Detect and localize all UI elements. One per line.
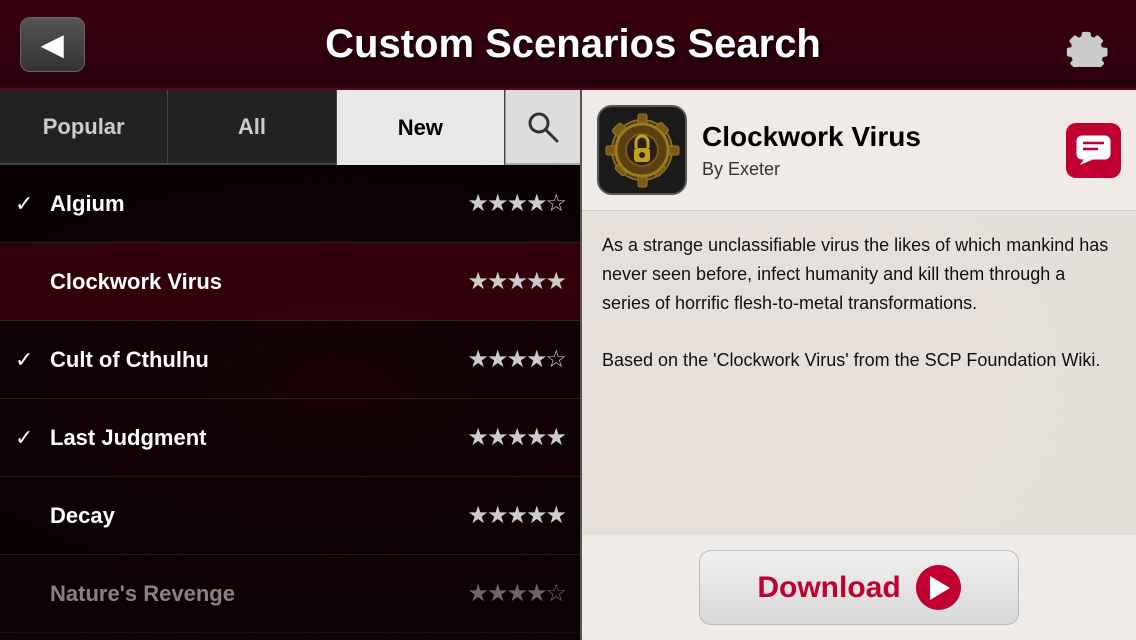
list-item[interactable]: ✓ Cult of Cthulhu ★★★★☆ — [0, 321, 580, 399]
detail-description: As a strange unclassifiable virus the li… — [602, 231, 1116, 375]
detail-author: By Exeter — [702, 159, 1051, 180]
left-panel: Popular All New ✓ Algium ★★★★ — [0, 90, 580, 640]
right-panel: Clockwork Virus By Exeter As a strange u… — [580, 90, 1136, 640]
message-icon — [1076, 135, 1111, 165]
gear-icon — [1066, 22, 1111, 67]
list-item[interactable]: Clockwork Virus ★★★★★ — [0, 243, 580, 321]
scenario-name: Clockwork Virus — [50, 269, 467, 295]
detail-title-section: Clockwork Virus By Exeter — [702, 120, 1051, 180]
message-button[interactable] — [1066, 123, 1121, 178]
detail-footer: Download — [582, 535, 1136, 640]
list-item[interactable]: Nature's Revenge ★★★★☆ — [0, 555, 580, 633]
tab-new[interactable]: New — [337, 90, 505, 165]
download-play-icon — [916, 565, 961, 610]
search-tab[interactable] — [505, 90, 580, 165]
check-icon: ✓ — [15, 347, 45, 373]
star-rating: ★★★★☆ — [467, 189, 565, 218]
scenario-name: Last Judgment — [50, 425, 467, 451]
scenario-name: Decay — [50, 503, 467, 529]
tab-all[interactable]: All — [168, 90, 336, 165]
search-icon — [525, 109, 561, 145]
detail-body: As a strange unclassifiable virus the li… — [582, 211, 1136, 535]
star-rating: ★★★★★ — [467, 423, 565, 452]
download-label: Download — [757, 571, 900, 605]
tabs-bar: Popular All New — [0, 90, 580, 165]
star-rating: ★★★★☆ — [467, 579, 565, 608]
list-item[interactable]: Decay ★★★★★ — [0, 477, 580, 555]
scenario-name: Algium — [50, 191, 467, 217]
detail-header: Clockwork Virus By Exeter — [582, 90, 1136, 211]
scenario-name: Cult of Cthulhu — [50, 347, 467, 373]
star-rating: ★★★★★ — [467, 267, 565, 296]
back-button[interactable]: ◀ — [20, 17, 85, 72]
main-content: Popular All New ✓ Algium ★★★★ — [0, 90, 1136, 640]
list-item[interactable]: ✓ Last Judgment ★★★★★ — [0, 399, 580, 477]
star-rating: ★★★★★ — [467, 501, 565, 530]
back-arrow-icon: ◀ — [42, 28, 64, 61]
detail-title: Clockwork Virus — [702, 120, 1051, 154]
check-icon: ✓ — [15, 191, 45, 217]
header: ◀ Custom Scenarios Search — [0, 0, 1136, 90]
list-item[interactable]: ✓ Algium ★★★★☆ — [0, 165, 580, 243]
page-title: Custom Scenarios Search — [85, 22, 1061, 67]
scenario-name: Nature's Revenge — [50, 581, 467, 607]
settings-button[interactable] — [1061, 17, 1116, 72]
tab-popular[interactable]: Popular — [0, 90, 168, 165]
star-rating: ★★★★☆ — [467, 345, 565, 374]
play-triangle-icon — [930, 576, 950, 600]
scenario-list: ✓ Algium ★★★★☆ Clockwork Virus ★★★★★ ✓ C… — [0, 165, 580, 640]
scenario-icon — [597, 105, 687, 195]
download-button[interactable]: Download — [699, 550, 1019, 625]
check-icon: ✓ — [15, 425, 45, 451]
